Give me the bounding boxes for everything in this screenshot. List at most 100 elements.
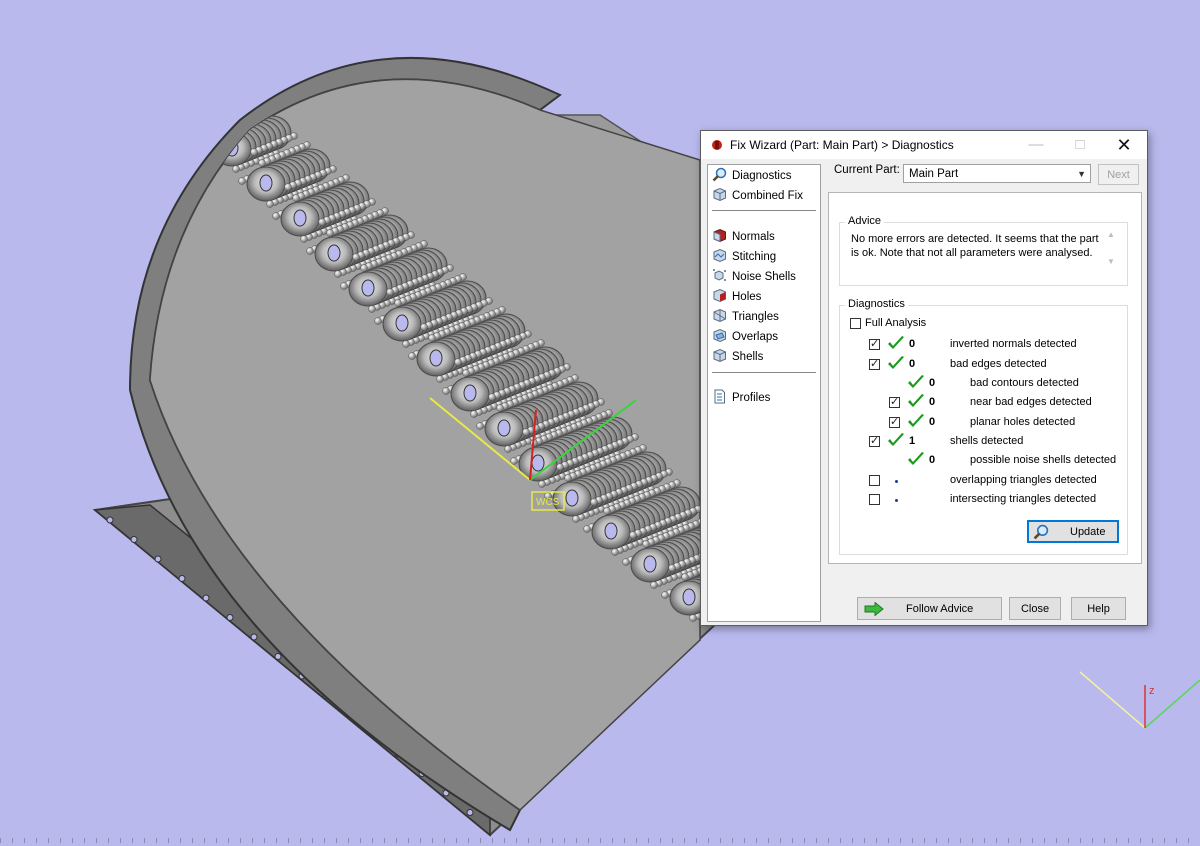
bolt-head [194,83,202,91]
bolt-head [185,101,193,109]
close-button[interactable]: Close [1009,597,1061,620]
current-part-select[interactable]: Main Part ▼ [903,164,1091,183]
bolt-head [151,53,158,60]
row-count: 0 [929,396,936,408]
nav-item-combined-fix[interactable]: Combined Fix [712,187,816,205]
nav-item-overlaps[interactable]: Overlaps [712,328,816,346]
normals-cube-icon [713,228,726,243]
close-icon[interactable]: ✕ [1107,134,1141,156]
row-count: 0 [929,377,936,389]
bolt-head [221,111,229,119]
bolt-head [174,34,181,41]
bolt-head [146,55,153,62]
bolt-head [629,531,637,539]
dialog-title: Fix Wizard (Part: Main Part) > Diagnosti… [730,138,954,152]
row-checkbox[interactable] [889,415,900,428]
bolt-head [642,540,650,548]
bolt-head [241,103,249,111]
bolt-head [326,229,334,237]
bolt-head [408,352,416,360]
nav-separator [712,210,816,211]
bolt-head [142,71,149,78]
nav-label: Normals [732,231,775,243]
title-bar[interactable]: Fix Wizard (Part: Main Part) > Diagnosti… [701,131,1147,159]
advice-text: No more errors are detected. It seems th… [851,233,1099,259]
advice-scrollbar[interactable]: ▲ ▼ [1105,230,1117,278]
bolt-head [162,53,169,60]
bolt-head [131,61,138,68]
full-analysis-checkbox[interactable] [850,318,861,329]
bolt-head [143,12,150,19]
through-hole [139,29,151,45]
green-check-icon [908,394,924,407]
through-hole [565,489,579,507]
minimize-icon[interactable]: — [1019,134,1053,156]
bolt-head [147,69,154,76]
nav-item-triangles[interactable]: Triangles [712,308,816,326]
nav-item-normals[interactable]: Normals [712,228,816,246]
nav-item-profiles[interactable]: Profiles [712,389,816,407]
bolt-head [113,34,120,41]
bolt-head [611,548,619,556]
bolt-head [538,480,546,488]
follow-advice-button[interactable]: Follow Advice [857,597,1002,620]
nav-item-holes[interactable]: Holes [712,288,816,306]
bolt-head [223,120,231,128]
update-button[interactable]: Update [1027,520,1119,543]
green-check-icon [908,452,924,465]
cup-hole [154,79,194,93]
nav-label: Profiles [732,392,771,404]
cup-hole [203,86,243,122]
through-hole [463,384,477,402]
bolt-head [504,445,512,453]
help-button[interactable]: Help [1071,597,1126,620]
through-hole [172,79,186,81]
bolt-head [162,63,169,70]
bolt-head [668,564,676,572]
nav-item-diagnostics[interactable]: Diagnostics [712,167,816,185]
nav-item-stitching[interactable]: Stitching [712,248,816,266]
base-hole [130,536,138,543]
holes-cube-icon [713,288,726,303]
nav-item-shells[interactable]: Shells [712,348,816,366]
current-part-value: Main Part [909,168,959,180]
nav-label: Noise Shells [732,271,796,283]
bolt-head [334,270,342,278]
row-checkbox[interactable] [889,395,900,408]
bolt-head [496,404,504,412]
through-hole [134,31,146,47]
document-icon [714,389,725,404]
bolt-head [213,124,221,132]
through-hole [216,94,230,112]
bolt-head [177,47,184,54]
through-hole [157,79,171,87]
row-checkbox[interactable] [869,337,880,350]
fix-wizard-dialog: Fix Wizard (Part: Main Part) > Diagnosti… [700,130,1148,626]
bolt-head [231,107,239,115]
shells-cube-icon [713,348,726,363]
bolt-head [182,79,190,86]
bolt-head [149,44,156,51]
maximize-icon[interactable]: □ [1063,134,1097,156]
bolt-head [386,288,394,296]
row-checkbox[interactable] [869,494,880,505]
bolt-head [210,81,218,89]
green-check-icon [908,375,924,388]
row-label: overlapping triangles detected [950,474,1097,486]
row-checkbox[interactable] [869,357,880,370]
bolt-head [689,614,697,622]
next-button[interactable]: Next [1098,164,1139,185]
row-checkbox[interactable] [869,434,880,447]
cup-hole [150,79,189,95]
through-hole [167,79,181,83]
row-checkbox[interactable] [869,475,880,486]
bolt-head [136,59,143,66]
nav-item-noise-shells[interactable]: Noise Shells [712,268,816,286]
nav-label: Holes [732,291,762,303]
bolt-head [208,69,215,76]
through-hole [162,79,176,85]
cup-hole [188,92,228,128]
bolt-head [318,218,326,226]
through-hole [531,454,545,472]
bolt-head [203,128,211,136]
